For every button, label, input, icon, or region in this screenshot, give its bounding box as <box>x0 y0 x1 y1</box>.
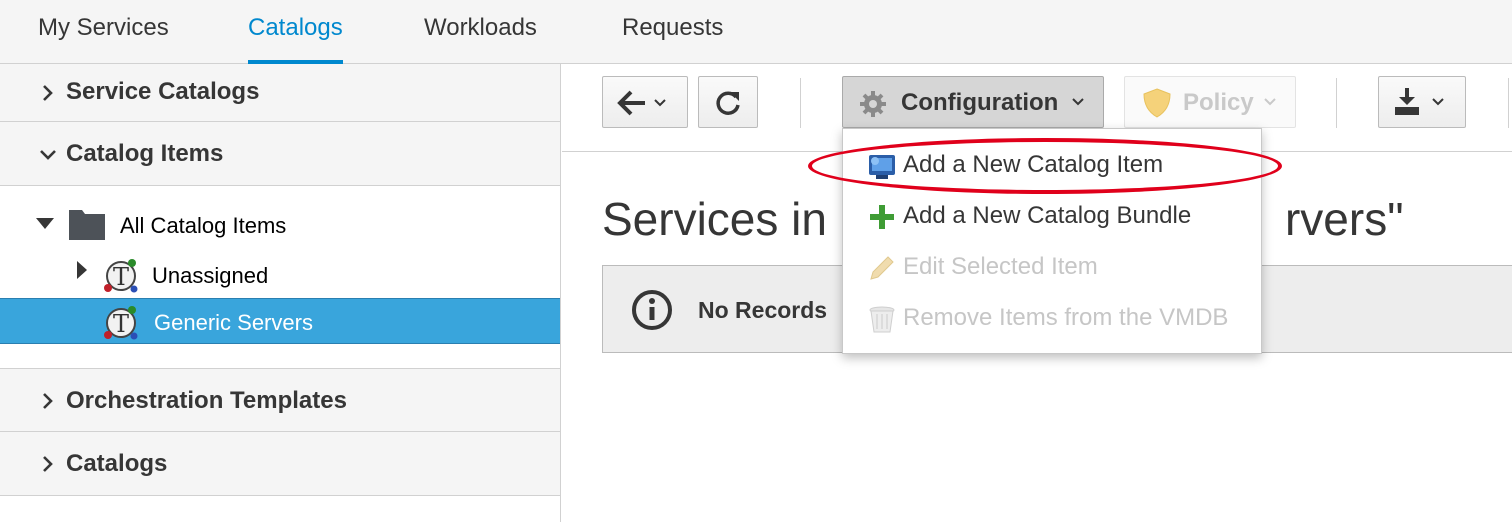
accordion-catalog-items[interactable]: Catalog Items <box>0 122 560 186</box>
tree-node-label: Generic Servers <box>154 310 313 335</box>
download-dropdown-button[interactable] <box>1378 76 1466 128</box>
accordion-label: Orchestration Templates <box>66 387 347 414</box>
svg-text:T: T <box>113 263 129 291</box>
chevron-down-icon <box>1264 98 1276 106</box>
trash-icon <box>869 306 895 333</box>
tab-catalogs[interactable]: Catalogs <box>248 14 343 64</box>
download-icon <box>1395 88 1444 115</box>
pencil-icon <box>870 256 894 280</box>
chevron-down-icon <box>1072 98 1084 106</box>
back-button[interactable] <box>602 76 688 128</box>
template-icon: T <box>104 306 138 340</box>
catalog-item-icon <box>869 155 895 179</box>
menu-item-label: Edit Selected Item <box>903 253 1098 280</box>
arrow-left-icon <box>617 90 666 116</box>
tree-node-all-catalog-items[interactable]: All Catalog Items <box>0 202 560 248</box>
accordion-label: Catalogs <box>66 450 168 477</box>
menu-item-label: Remove Items from the VMDB <box>903 304 1229 331</box>
policy-dropdown-button[interactable]: Policy <box>1124 76 1296 128</box>
caret-right-icon[interactable] <box>76 260 88 280</box>
info-icon <box>632 290 672 330</box>
caret-down-icon[interactable] <box>35 216 55 230</box>
menu-item-add-catalog-bundle[interactable]: Add a New Catalog Bundle <box>843 192 1261 242</box>
toolbar-divider <box>1336 78 1337 128</box>
chevron-right-icon <box>43 85 53 101</box>
alert-text: No Records <box>698 297 828 323</box>
tab-workloads[interactable]: Workloads <box>424 14 537 64</box>
tree-node-label: All Catalog Items <box>120 213 287 238</box>
folder-icon <box>69 210 105 240</box>
menu-item-edit-selected[interactable]: Edit Selected Item <box>843 243 1261 293</box>
svg-text:T: T <box>113 310 129 338</box>
tree-node-generic-servers[interactable]: T Generic Servers <box>0 298 560 344</box>
chevron-down-icon <box>40 150 56 160</box>
tree-node-label: Unassigned <box>152 263 269 288</box>
tab-my-services[interactable]: My Services <box>38 14 169 64</box>
menu-item-add-catalog-item[interactable]: Add a New Catalog Item <box>843 141 1261 191</box>
reload-icon <box>716 91 740 115</box>
tab-requests[interactable]: Requests <box>622 14 723 64</box>
accordion-service-catalogs[interactable]: Service Catalogs <box>0 64 560 122</box>
shield-icon <box>1143 88 1171 118</box>
reload-button[interactable] <box>698 76 758 128</box>
chevron-right-icon <box>43 456 53 472</box>
accordion-label: Catalog Items <box>66 140 224 167</box>
toolbar-divider <box>800 78 801 128</box>
configuration-dropdown-button[interactable]: Configuration <box>842 76 1104 128</box>
template-icon: T <box>104 259 138 293</box>
plus-icon <box>870 205 894 229</box>
menu-item-label: Add a New Catalog Item <box>903 151 1164 178</box>
accordion-orchestration-templates[interactable]: Orchestration Templates <box>0 368 560 432</box>
toolbar-divider <box>1508 78 1509 128</box>
sidebar: Service Catalogs Catalog Items All Catal… <box>0 64 561 522</box>
page-title-right: rvers" <box>1284 193 1404 245</box>
tree-node-unassigned[interactable]: T Unassigned <box>0 252 560 298</box>
menu-item-remove-items[interactable]: Remove Items from the VMDB <box>843 294 1261 344</box>
accordion-catalogs[interactable]: Catalogs <box>0 432 560 496</box>
top-navigation: My Services Catalogs Workloads Requests <box>0 0 1512 64</box>
configuration-label: Configuration <box>901 89 1059 116</box>
menu-item-label: Add a New Catalog Bundle <box>903 202 1192 229</box>
accordion-label: Service Catalogs <box>66 78 260 105</box>
gear-icon <box>860 91 886 117</box>
page-title-left: Services in <box>602 193 827 245</box>
configuration-menu: Add a New Catalog Item Add a New Catalog… <box>842 128 1262 354</box>
chevron-right-icon <box>43 393 53 409</box>
policy-label: Policy <box>1183 89 1254 116</box>
